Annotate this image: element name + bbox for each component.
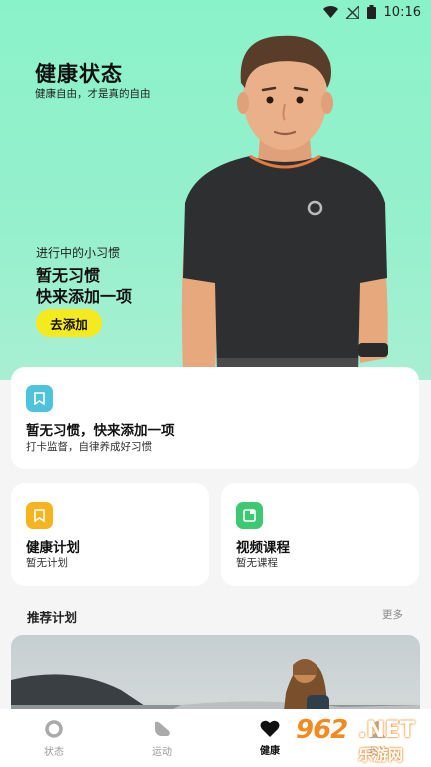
ring-icon xyxy=(45,719,63,738)
nav-label-health: 健康 xyxy=(260,746,280,757)
bookmark-icon xyxy=(26,502,53,529)
nav-label-status: 状态 xyxy=(44,746,64,758)
habit-card-title: 暂无习惯，快来添加一项 xyxy=(26,423,175,439)
avatar-illustration xyxy=(181,35,388,373)
habit-card-subtitle: 打卡监督，自律养成好习惯 xyxy=(26,441,152,453)
video-course-title: 视频课程 xyxy=(236,540,290,556)
page-title: 健康状态 xyxy=(35,62,123,86)
watermark-cn: 乐游网 xyxy=(358,746,404,764)
more-link[interactable]: 更多 xyxy=(382,607,403,622)
battery-icon xyxy=(366,5,376,19)
nav-item-sport[interactable]: 运动 xyxy=(108,709,216,767)
nav-label-sport: 运动 xyxy=(152,746,172,758)
no-signal-icon xyxy=(345,5,359,19)
health-plan-card[interactable]: 健康计划 暂无计划 xyxy=(11,483,209,586)
watermark-net: .NET xyxy=(358,718,415,743)
add-habit-button[interactable]: 去添加 xyxy=(36,309,102,337)
habit-prompt: 快来添加一项 xyxy=(36,287,133,306)
habit-caption: 进行中的小习惯 xyxy=(36,246,121,260)
heart-icon xyxy=(260,720,280,737)
status-time: 10:16 xyxy=(383,4,421,20)
video-course-card[interactable]: 视频课程 暂无课程 xyxy=(221,483,419,586)
watermark-logo: 962 .NET 乐游网 xyxy=(288,715,431,767)
bookmark-icon xyxy=(26,385,53,412)
health-plan-title: 健康计划 xyxy=(26,540,80,556)
watermark-number: 962 xyxy=(296,715,348,745)
health-plan-subtitle: 暂无计划 xyxy=(26,557,68,569)
recommend-section-title: 推荐计划 xyxy=(27,610,78,625)
shoe-icon xyxy=(155,721,170,736)
wifi-icon xyxy=(322,6,338,18)
habit-card[interactable]: 暂无习惯，快来添加一项 打卡监督，自律养成好习惯 xyxy=(11,367,419,469)
nav-item-status[interactable]: 状态 xyxy=(0,709,108,767)
status-bar: 10:16 xyxy=(0,0,431,24)
video-icon xyxy=(236,502,263,529)
video-course-subtitle: 暂无课程 xyxy=(236,557,278,569)
page-subtitle: 健康自由，才是真的自由 xyxy=(35,88,151,100)
